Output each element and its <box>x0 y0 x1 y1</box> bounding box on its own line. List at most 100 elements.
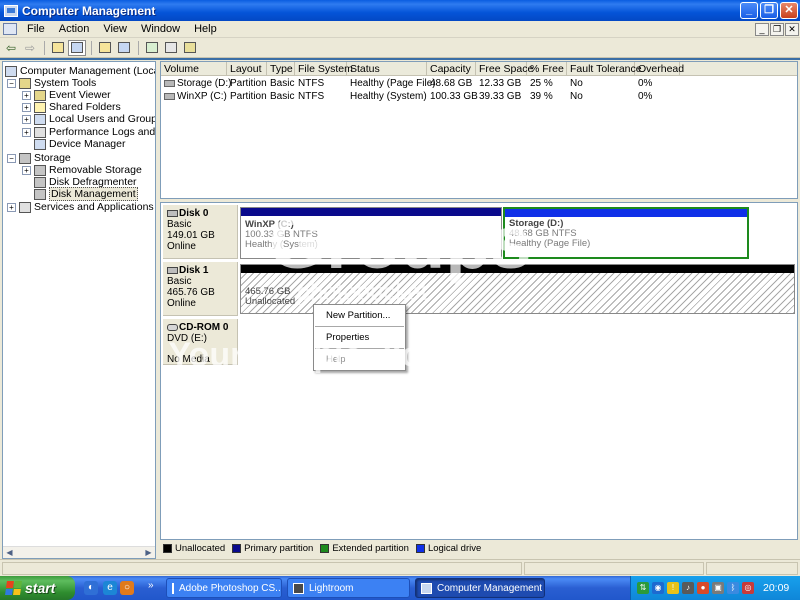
fault-tolerance-cell: No <box>570 91 583 102</box>
properties-icon[interactable] <box>96 40 114 56</box>
menu-view[interactable]: View <box>96 23 134 35</box>
taskbar-item-lightroom[interactable]: Lightroom <box>287 578 410 598</box>
disk-0-label[interactable]: Disk 0 Basic 149.01 GB Online <box>163 205 238 259</box>
column-volume[interactable]: Volume <box>161 62 227 76</box>
forward-icon[interactable]: ⇨ <box>21 40 39 56</box>
taskbar-item-photoshop[interactable]: Adobe Photoshop CS... <box>166 578 282 598</box>
legend-swatch <box>415 543 425 553</box>
windows-logo-icon <box>5 581 22 595</box>
tree-perf-logs[interactable]: + Performance Logs and Alerts <box>22 126 155 138</box>
minimize-button[interactable]: _ <box>740 2 758 19</box>
disk-1-label[interactable]: Disk 1 Basic 465.76 GB Online <box>163 262 238 316</box>
clock[interactable]: 20:09 <box>763 582 789 594</box>
network-icon[interactable]: ⇅ <box>637 582 649 594</box>
tree-horizontal-scrollbar[interactable]: ◀ ▶ <box>3 546 155 558</box>
taskbar-item-computer-management[interactable]: Computer Management <box>415 578 545 598</box>
column-status[interactable]: Status <box>347 62 427 76</box>
help-icon[interactable] <box>162 40 180 56</box>
tree-system-tools[interactable]: − System Tools <box>7 77 96 89</box>
expand-icon[interactable]: + <box>22 90 31 100</box>
menu-bar: File Action View Window Help _ ❐ ✕ <box>0 21 800 38</box>
tree-root[interactable]: Computer Management (Local) <box>5 65 155 77</box>
legend-item: Unallocated <box>163 543 225 554</box>
tree-storage[interactable]: − Storage <box>7 152 71 164</box>
percent-free-cell: 39 % <box>530 91 553 102</box>
show-hide-tree-icon[interactable] <box>68 39 86 56</box>
child-close-button[interactable]: ✕ <box>785 22 799 36</box>
column-overhead[interactable]: Overhead <box>635 62 684 76</box>
collapse-icon[interactable]: − <box>7 153 16 163</box>
percent-free-cell: 25 % <box>530 78 553 89</box>
menu-item-help[interactable]: Help <box>314 351 405 368</box>
menu-help[interactable]: Help <box>187 23 224 35</box>
menu-action[interactable]: Action <box>52 23 97 35</box>
menu-file[interactable]: File <box>20 23 52 35</box>
scroll-right-icon[interactable]: ▶ <box>143 548 154 558</box>
table-row[interactable]: Storage (D:) Partition Basic NTFS Health… <box>161 78 797 90</box>
tree-local-users[interactable]: + Local Users and Groups <box>22 113 155 125</box>
expand-icon[interactable]: + <box>22 114 31 124</box>
expand-icon[interactable]: + <box>7 202 16 212</box>
table-row[interactable]: WinXP (C:) Partition Basic NTFS Healthy … <box>161 91 797 103</box>
back-icon[interactable]: ⇦ <box>2 40 20 56</box>
expand-icon[interactable]: + <box>22 102 31 112</box>
disk-type: Basic <box>167 219 192 230</box>
up-folder-icon[interactable] <box>49 40 67 56</box>
internet-explorer-icon[interactable]: e <box>103 581 117 595</box>
quicklaunch-overflow[interactable]: » <box>148 580 154 591</box>
alert-icon[interactable]: ◎ <box>742 582 754 594</box>
volume-icon[interactable]: ♪ <box>682 582 694 594</box>
users-icon <box>34 113 46 125</box>
media-quicklaunch-icon[interactable]: ○ <box>120 581 134 595</box>
scroll-left-icon[interactable]: ◀ <box>4 548 15 558</box>
antivirus-icon[interactable]: ● <box>697 582 709 594</box>
tree-services[interactable]: + Services and Applications <box>7 201 154 213</box>
console-menu-icon[interactable] <box>3 23 17 35</box>
computer-management-icon <box>421 582 432 594</box>
cdrom-0-label[interactable]: CD-ROM 0 DVD (E:) No Media <box>163 319 238 365</box>
collapse-icon[interactable]: − <box>7 78 16 88</box>
security-icon[interactable]: ! <box>667 582 679 594</box>
partition-d[interactable]: Storage (D:) 48.68 GB NTFS Healthy (Page… <box>503 207 749 259</box>
start-button[interactable]: start <box>0 576 75 600</box>
column-layout[interactable]: Layout <box>227 62 267 76</box>
overhead-cell: 0% <box>638 91 653 102</box>
fault-tolerance-cell: No <box>570 78 583 89</box>
console-icon[interactable] <box>181 40 199 56</box>
volume-list-header: Volume Layout Type File System Status Ca… <box>161 62 797 76</box>
maximize-button[interactable]: ❐ <box>760 2 778 19</box>
column-capacity[interactable]: Capacity <box>427 62 476 76</box>
tree-shared-folders[interactable]: + Shared Folders <box>22 101 121 113</box>
column-file-system[interactable]: File System <box>295 62 353 76</box>
free-space-cell: 12.33 GB <box>479 78 522 89</box>
tree-removable-storage[interactable]: + Removable Storage <box>22 164 142 176</box>
language-icon[interactable]: ◉ <box>652 582 664 594</box>
column-type[interactable]: Type <box>267 62 295 76</box>
partition-c[interactable]: WinXP (C:) 100.33 GB NTFS Healthy (Syste… <box>240 207 502 259</box>
menu-item-new-partition[interactable]: New Partition... <box>314 307 405 324</box>
close-button[interactable]: ✕ <box>780 2 798 19</box>
menu-item-properties[interactable]: Properties <box>314 329 405 346</box>
expand-icon[interactable]: + <box>22 127 31 137</box>
console-tree: Computer Management (Local) − System Too… <box>2 61 156 559</box>
column-percent-free[interactable]: % Free <box>527 62 567 76</box>
menu-divider <box>315 348 404 349</box>
bluetooth-icon[interactable]: ᛒ <box>727 582 739 594</box>
child-minimize-button[interactable]: _ <box>755 22 769 36</box>
menu-window[interactable]: Window <box>134 23 187 35</box>
desktop-quicklaunch-icon[interactable]: ◐ <box>84 581 98 595</box>
export-list-icon[interactable] <box>115 40 133 56</box>
capacity-cell: 100.33 GB <box>430 91 478 102</box>
refresh-icon[interactable] <box>143 40 161 56</box>
child-restore-button[interactable]: ❐ <box>770 22 784 36</box>
column-fault-tolerance[interactable]: Fault Tolerance <box>567 62 642 76</box>
column-free-space[interactable]: Free Space <box>476 62 533 76</box>
expand-icon[interactable]: + <box>22 165 31 175</box>
legend-swatch <box>163 543 172 553</box>
performance-icon <box>34 126 46 138</box>
tree-device-manager[interactable]: Device Manager <box>34 138 125 150</box>
legend: Unallocated Primary partition Extended p… <box>160 541 798 555</box>
tree-event-viewer[interactable]: + Event Viewer <box>22 89 111 101</box>
device-icon[interactable]: ▣ <box>712 582 724 594</box>
tree-disk-management[interactable]: Disk Management <box>34 187 138 201</box>
